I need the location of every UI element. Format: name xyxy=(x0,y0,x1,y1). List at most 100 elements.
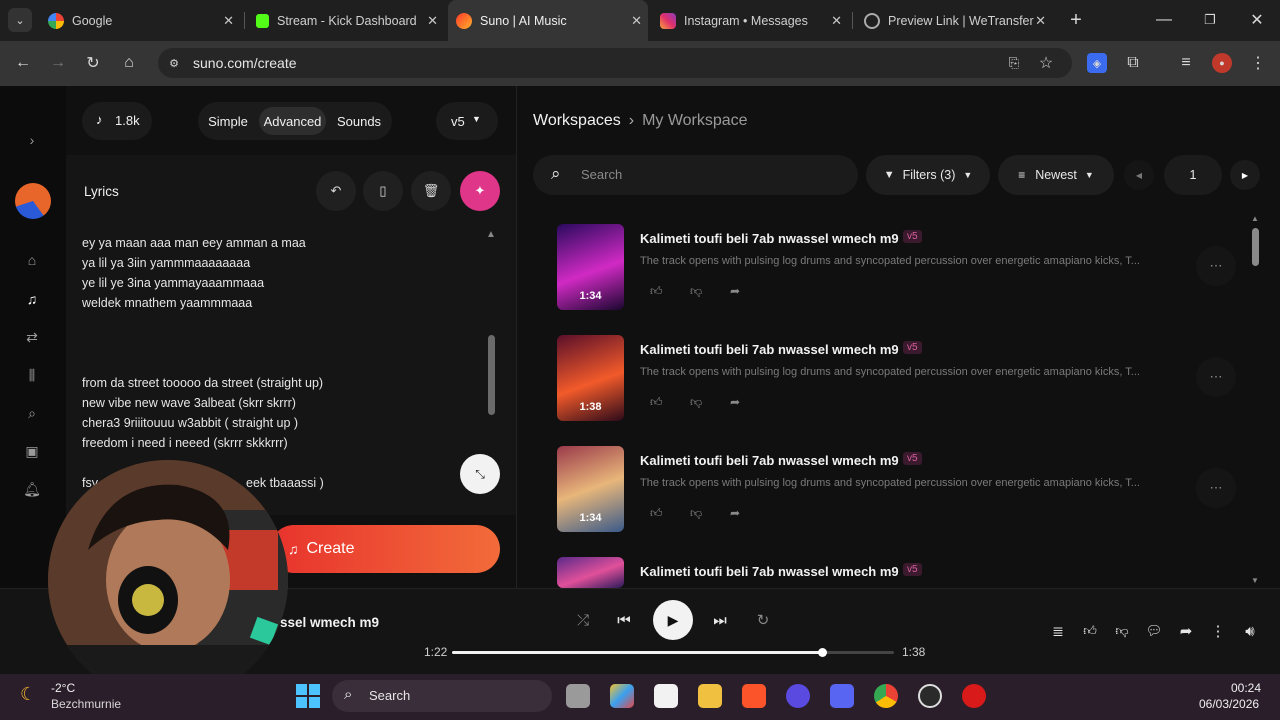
progress-handle[interactable] xyxy=(817,648,827,657)
tab-close-icon[interactable]: ✕ xyxy=(831,13,842,29)
thumbs-up-icon[interactable]: 👍︎ xyxy=(650,395,663,410)
song-cover-art[interactable]: 1:34 xyxy=(557,446,624,532)
mode-advanced-tab[interactable]: Advanced xyxy=(259,107,326,135)
library-icon[interactable]: ⫼ xyxy=(22,365,42,385)
store-icon[interactable] xyxy=(654,684,678,708)
scroll-up-arrow-icon[interactable]: ▲ xyxy=(1251,214,1259,223)
back-arrow-icon[interactable]: ← xyxy=(12,52,34,74)
site-info-icon[interactable]: ⚙ xyxy=(166,55,182,71)
collapse-icon[interactable]: ⤡ xyxy=(460,454,500,494)
more-options-button[interactable]: ⋯ xyxy=(1196,468,1236,508)
model-version-select[interactable]: v5 ▼ xyxy=(436,102,498,140)
clock-date[interactable]: 06/03/2026 xyxy=(1199,697,1259,711)
thumbs-up-icon[interactable]: 👍︎ xyxy=(650,284,663,299)
hooks-icon[interactable]: ▣ xyxy=(22,441,42,461)
new-tab-button[interactable]: + xyxy=(1064,8,1088,32)
breadcrumb-workspaces[interactable]: Workspaces xyxy=(533,112,621,130)
clock-time[interactable]: 00:24 xyxy=(1231,681,1261,695)
reload-icon[interactable]: ↻ xyxy=(82,52,104,74)
sort-button[interactable]: ≡ Newest ▼ xyxy=(998,155,1114,195)
tab-instagram[interactable]: Instagram • Messages ✕ xyxy=(652,6,848,35)
home-icon[interactable]: ⌂ xyxy=(22,250,42,270)
share-arrow-icon[interactable]: ➦ xyxy=(730,395,740,409)
expand-sidebar-icon[interactable]: › xyxy=(22,130,42,150)
profile-avatar[interactable]: ● xyxy=(1212,53,1232,73)
more-options-button[interactable]: ⋯ xyxy=(1196,246,1236,286)
forward-arrow-icon[interactable]: → xyxy=(47,52,69,74)
song-title[interactable]: Kalimeti toufi beli 7ab nwassel wmech m9 xyxy=(640,453,899,468)
create-music-icon[interactable]: ♫ xyxy=(22,289,42,309)
weather-condition[interactable]: Bezchmurnie xyxy=(51,697,121,711)
weather-temperature[interactable]: -2°C xyxy=(51,681,75,695)
thumbs-up-icon[interactable]: 👍︎ xyxy=(1080,621,1100,641)
share-arrow-icon[interactable]: ➦ xyxy=(730,284,740,298)
song-cover-art[interactable] xyxy=(557,557,624,588)
app-circle-icon[interactable] xyxy=(786,684,810,708)
tab-close-icon[interactable]: ✕ xyxy=(1035,13,1046,29)
next-track-icon[interactable]: ⏭︎ xyxy=(710,610,730,630)
song-cover-art[interactable]: 1:34 xyxy=(557,224,624,310)
home-icon[interactable]: ⌂ xyxy=(118,52,140,74)
notifications-bell-icon[interactable]: 🔔︎ xyxy=(22,479,42,499)
task-view-icon[interactable] xyxy=(566,684,590,708)
play-button[interactable]: ▶ xyxy=(653,600,693,640)
install-app-icon[interactable]: ⎘ xyxy=(1004,53,1024,73)
song-title[interactable]: Kalimeti toufi beli 7ab nwassel wmech m9 xyxy=(640,564,899,579)
tab-google[interactable]: Google ✕ xyxy=(40,6,240,35)
widgets-icon[interactable] xyxy=(610,684,634,708)
recording-app-icon[interactable] xyxy=(962,684,986,708)
scroll-up-arrow-icon[interactable]: ▲ xyxy=(486,229,496,240)
magic-wand-button[interactable]: ✦ xyxy=(460,171,500,211)
user-avatar[interactable] xyxy=(15,183,51,219)
media-controls-icon[interactable]: ≡ xyxy=(1176,53,1196,73)
chrome-icon[interactable] xyxy=(874,684,898,708)
thumbs-down-icon[interactable]: 👎︎ xyxy=(690,284,702,299)
queue-icon[interactable]: ≣ xyxy=(1048,621,1068,641)
now-playing-title[interactable]: ssel wmech m9 xyxy=(280,615,379,630)
brave-browser-icon[interactable] xyxy=(742,684,766,708)
undo-button[interactable]: ↶ xyxy=(316,171,356,211)
tab-wetransfer[interactable]: Preview Link | WeTransfer ✕ xyxy=(856,6,1052,35)
share-arrow-icon[interactable]: ➦ xyxy=(730,506,740,520)
tab-close-icon[interactable]: ✕ xyxy=(223,13,234,29)
next-page-button[interactable]: ▶ xyxy=(1230,160,1260,190)
prev-page-button[interactable]: ◀ xyxy=(1124,160,1154,190)
comment-icon[interactable]: 💬︎ xyxy=(1144,621,1164,641)
bookmark-star-icon[interactable]: ☆ xyxy=(1036,53,1056,73)
thumbs-down-icon[interactable]: 👎︎ xyxy=(1112,621,1132,641)
song-cover-art[interactable]: 1:38 xyxy=(557,335,624,421)
taskbar-search[interactable]: ⌕ Search xyxy=(332,680,552,712)
scroll-down-arrow-icon[interactable]: ▼ xyxy=(1251,576,1259,585)
repeat-icon[interactable]: ↻ xyxy=(753,610,773,630)
tab-search-icon[interactable]: ⌄ xyxy=(8,8,32,32)
search-input[interactable]: ⌕ Search xyxy=(533,155,858,195)
tab-close-icon[interactable]: ✕ xyxy=(631,13,642,29)
studio-icon[interactable]: ⇄ xyxy=(22,327,42,347)
address-bar[interactable]: ⚙ suno.com/create ⎘ ☆ xyxy=(158,48,1072,78)
file-explorer-icon[interactable] xyxy=(698,684,722,708)
lyrics-editor[interactable] xyxy=(66,155,516,515)
share-arrow-icon[interactable]: ➦ xyxy=(1176,621,1196,641)
extension-shield-icon[interactable]: ◈ xyxy=(1087,53,1107,73)
thumbs-up-icon[interactable]: 👍︎ xyxy=(650,506,663,521)
more-options-icon[interactable]: ⋮ xyxy=(1208,621,1228,641)
progress-track[interactable] xyxy=(452,648,894,657)
tab-close-icon[interactable]: ✕ xyxy=(427,13,438,29)
thumbs-down-icon[interactable]: 👎︎ xyxy=(690,506,702,521)
browser-menu-icon[interactable]: ⋮ xyxy=(1248,53,1268,73)
lyrics-scrollbar[interactable] xyxy=(488,335,495,415)
obs-icon[interactable] xyxy=(918,684,942,708)
delete-trash-icon[interactable]: 🗑︎ xyxy=(411,171,451,211)
volume-icon[interactable]: 🔊︎ xyxy=(1240,621,1260,641)
window-restore-icon[interactable]: ❐ xyxy=(1196,8,1224,32)
filters-button[interactable]: ▼ Filters (3) ▼ xyxy=(866,155,990,195)
tab-suno[interactable]: Suno | AI Music ✕ xyxy=(448,0,648,41)
search-icon[interactable]: ⌕ xyxy=(22,403,42,423)
song-title[interactable]: Kalimeti toufi beli 7ab nwassel wmech m9 xyxy=(640,231,899,246)
thumbs-down-icon[interactable]: 👎︎ xyxy=(690,395,702,410)
mode-sounds-tab[interactable]: Sounds xyxy=(331,107,387,135)
song-title[interactable]: Kalimeti toufi beli 7ab nwassel wmech m9 xyxy=(640,342,899,357)
credits-pill[interactable]: ♪ 1.8k xyxy=(82,102,152,140)
extensions-puzzle-icon[interactable]: ⧉ xyxy=(1123,53,1143,73)
mode-simple-tab[interactable]: Simple xyxy=(203,107,253,135)
